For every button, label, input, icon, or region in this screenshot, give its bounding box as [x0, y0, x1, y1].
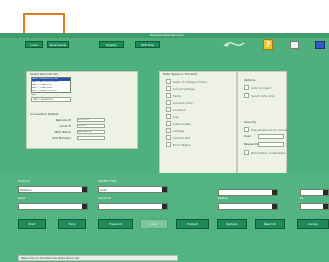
trend-item[interactable]: Location [166, 106, 236, 113]
option-checkbox[interactable] [244, 93, 249, 98]
trend-item[interactable]: Current (mA) [166, 99, 236, 106]
brand-logo-icon [223, 41, 245, 48]
slot-number-label: Slot Number [52, 136, 71, 140]
option-item[interactable]: Send Units Only [244, 93, 275, 98]
transmit-label: Transmit [98, 196, 111, 200]
refresh-button[interactable]: Refresh [217, 219, 247, 229]
remember-checkbox[interactable] [244, 150, 249, 155]
trend-item[interactable]: Error Status [166, 141, 236, 148]
remote-ip-label: Remote IP [55, 118, 71, 122]
rdf-rep-button[interactable]: RDF Rep [135, 41, 160, 48]
preload-button[interactable]: Preload [176, 219, 209, 229]
status-select[interactable] [218, 189, 278, 196]
help-icon[interactable]: ? [263, 39, 273, 50]
trend-item[interactable]: Actual Voltage [166, 85, 236, 92]
security-check[interactable]: Use password on connect [244, 127, 289, 132]
trend-item[interactable]: Cap [166, 113, 236, 120]
clear-button[interactable]: Clear [140, 219, 168, 229]
user-label: User [244, 134, 251, 138]
trend-checkbox[interactable] [166, 121, 171, 126]
protocol-label: Protocol [18, 179, 31, 183]
trend-item[interactable]: Current Bal [166, 134, 236, 141]
device-list-item[interactable]: RDF1.8_DATA_REG_0005 [32, 90, 70, 93]
cancel-button[interactable]: Cancel [297, 219, 329, 229]
remember-check[interactable]: Remember credentials [244, 150, 289, 155]
chevron-down-icon [323, 190, 328, 195]
local-ip-label: Local IP [59, 124, 71, 128]
chevron-down-icon [272, 204, 277, 209]
file-select[interactable]: Auto [98, 186, 168, 193]
power-icon[interactable] [315, 41, 325, 49]
mac-name-label: MAC Name [54, 130, 72, 134]
connection-group-title: Select Remote Ctrl [30, 72, 59, 76]
start-button[interactable]: Start [18, 219, 46, 229]
chevron-down-icon [162, 187, 167, 192]
user-field[interactable] [258, 134, 284, 139]
password-field[interactable] [258, 142, 284, 147]
to-label: To [300, 196, 304, 200]
trend-checkbox[interactable] [166, 79, 171, 84]
stop-button[interactable]: Stop [58, 219, 86, 229]
trend-item-list: Rate of Change (mV/s) Actual Voltage Tem… [166, 78, 236, 148]
trend-group-title: Data Types to Transmit [163, 72, 198, 76]
settings-icon[interactable] [290, 41, 299, 49]
dual-panel-button[interactable]: Dual panel [47, 41, 69, 48]
security-title: Security [244, 120, 257, 124]
window-title: Remote Data Recorder [150, 33, 185, 37]
trend-checkbox[interactable] [166, 128, 171, 133]
mac-name-field[interactable]: DAF-REMOTE [77, 130, 105, 134]
trend-checkbox[interactable] [166, 100, 171, 105]
transmit-button[interactable]: Transmit [98, 219, 133, 229]
connection-details-title: Connection Details [30, 112, 59, 116]
display-button[interactable]: Display [99, 41, 124, 48]
protocol-select[interactable]: Modbus [18, 186, 88, 193]
option-item[interactable]: Auto Connect [244, 85, 271, 90]
chevron-down-icon [162, 204, 167, 209]
status-label: Status [218, 196, 228, 200]
device-list[interactable]: DAF1.7-DM-REMOTE_0001 DAF1.7-BATT_MGMT_0… [31, 77, 71, 93]
app-window: Remote Data Recorder Load Dual panel Dis… [0, 33, 329, 262]
local-ip-field[interactable]: 10.0.0.1 [77, 124, 105, 128]
chevron-down-icon [82, 187, 87, 192]
data-select[interactable] [18, 203, 88, 210]
filter-input[interactable]: DAF1.7-DM-REMOTE [31, 97, 71, 102]
option-checkbox[interactable] [244, 85, 249, 90]
load-button[interactable]: Load [25, 41, 43, 48]
trend-item[interactable]: Internal Res [166, 120, 236, 127]
target-select[interactable] [218, 203, 278, 210]
trend-checkbox[interactable] [166, 142, 171, 147]
trend-item[interactable]: Temp [166, 92, 236, 99]
trend-checkbox[interactable] [166, 114, 171, 119]
data-label: Data [18, 196, 26, 200]
trend-item[interactable]: Voltage [166, 127, 236, 134]
trend-checkbox[interactable] [166, 107, 171, 112]
password-label: Password [244, 142, 258, 146]
options-title: Options [244, 78, 256, 82]
chevron-down-icon [272, 190, 277, 195]
target-to-select[interactable] [300, 203, 329, 210]
remote-ip-field[interactable]: 10.0.0.100 [77, 118, 105, 122]
slot-number-field[interactable]: 1 [77, 136, 105, 140]
transmit-select[interactable] [98, 203, 168, 210]
chevron-down-icon [82, 204, 87, 209]
connection-panel: Select Remote Ctrl DAF1.7-DM-REMOTE_0001… [26, 71, 138, 149]
read-all-button[interactable]: Read All [255, 219, 285, 229]
select-file-label: SELECT FILE [98, 179, 117, 183]
to-select[interactable] [300, 189, 329, 196]
trend-checkbox[interactable] [166, 86, 171, 91]
chevron-down-icon [323, 204, 328, 209]
trend-checkbox[interactable] [166, 135, 171, 140]
trend-checkbox[interactable] [166, 93, 171, 98]
status-bar: Welcome to the Remote Data Recorder [18, 255, 178, 261]
trend-item[interactable]: Rate of Change (mV/s) [166, 78, 236, 85]
security-checkbox[interactable] [244, 127, 249, 132]
